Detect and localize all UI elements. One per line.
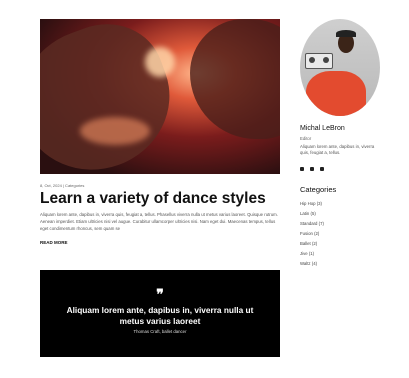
neon-glow <box>80 117 150 145</box>
neon-glow <box>145 47 175 77</box>
quote-text: Aliquam lorem ante, dapibus in, viverra … <box>66 305 254 326</box>
category-link[interactable]: Hip Hop (3) <box>300 199 324 209</box>
boombox-icon <box>305 53 333 69</box>
category-link[interactable]: Ballet (2) <box>300 239 324 249</box>
tiktok-icon[interactable] <box>320 167 324 171</box>
category-link[interactable]: Standard (7) <box>300 219 324 229</box>
hand-shape <box>190 19 280 139</box>
post-meta: 8, Oct, 2024 | Categories <box>40 183 85 188</box>
post-featured-image[interactable] <box>40 19 280 174</box>
category-link[interactable]: Fusion (2) <box>300 229 324 239</box>
author-name: Michal LeBron <box>300 125 345 132</box>
social-links <box>300 167 324 171</box>
quote-citation: Thomas Craft, ballet dancer <box>133 329 187 334</box>
post-excerpt: Aliquam lorem ante, dapibus in, viverra … <box>40 212 278 231</box>
category-link[interactable]: Jive (1) <box>300 249 324 259</box>
author-bio: Aliquam lorem ante, dapibus in, viverra … <box>300 144 375 155</box>
category-link[interactable]: Latin (5) <box>300 209 324 219</box>
categories-heading: Categories <box>300 185 337 194</box>
quote-block: ❞ Aliquam lorem ante, dapibus in, viverr… <box>40 270 280 357</box>
post-title[interactable]: Learn a variety of dance styles <box>40 190 266 208</box>
facebook-icon[interactable] <box>300 167 304 171</box>
hand-shape <box>40 19 190 174</box>
read-more-link[interactable]: READ MORE <box>40 240 68 245</box>
avatar-hat <box>336 30 356 37</box>
instagram-icon[interactable] <box>310 167 314 171</box>
author-avatar <box>300 19 380 116</box>
category-link[interactable]: Waltz (4) <box>300 259 324 269</box>
quote-icon: ❞ <box>156 286 164 302</box>
author-role: Editor <box>300 136 312 141</box>
avatar-body <box>306 71 366 116</box>
categories-list: Hip Hop (3) Latin (5) Standard (7) Fusio… <box>300 199 324 269</box>
